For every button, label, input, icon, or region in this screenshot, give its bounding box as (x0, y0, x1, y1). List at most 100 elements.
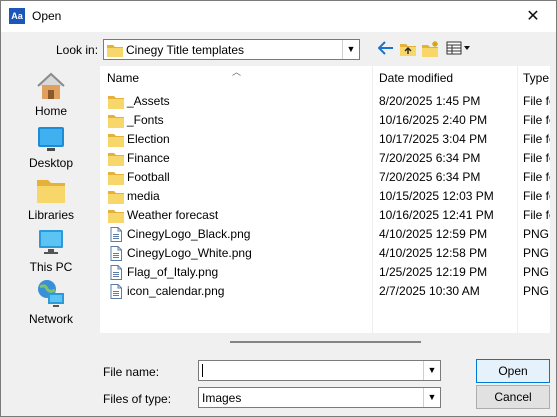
file-row[interactable]: Flag_of_Italy.png 1/25/2025 12:19 PM PNG (100, 263, 550, 282)
file-name: CinegyLogo_White.png (127, 246, 252, 260)
column-header-type[interactable]: Type (523, 66, 549, 91)
file-name: icon_calendar.png (127, 284, 225, 298)
look-in-value: Cinegy Title templates (126, 43, 245, 57)
file-name: media (127, 189, 160, 203)
cancel-button[interactable]: Cancel (476, 385, 550, 409)
file-name-input[interactable]: ▼ (198, 360, 441, 381)
place-label: Home (34, 104, 67, 118)
open-button[interactable]: Open (476, 359, 550, 383)
up-folder-icon[interactable] (399, 41, 417, 59)
file-name-label: File name: (103, 365, 160, 379)
image-file-icon (110, 246, 122, 261)
place-this-pc[interactable]: This PC (13, 224, 89, 274)
folder-icon (107, 45, 123, 57)
places-bar: Home Desktop Libraries This PC Network (13, 66, 89, 333)
app-icon: Aa (9, 8, 25, 24)
this-pc-icon (39, 230, 63, 254)
place-label: Network (28, 312, 73, 326)
folder-row[interactable]: Weather forecast 10/16/2025 12:41 PM File … (100, 206, 550, 225)
file-name: Football (127, 170, 170, 184)
chevron-down-icon[interactable]: ▼ (423, 388, 440, 407)
folder-icon (108, 210, 124, 223)
look-in-dropdown[interactable]: Cinegy Title templates ▼ (103, 39, 360, 60)
file-date-modified: 7/20/2025 6:34 PM (379, 170, 481, 184)
file-date-modified: 10/17/2025 3:04 PM (379, 132, 488, 146)
files-of-type-label: Files of type: (103, 392, 172, 406)
files-of-type-dropdown[interactable]: Images ▼ (198, 387, 441, 408)
folder-icon (108, 134, 124, 147)
libraries-icon (37, 180, 65, 203)
file-date-modified: 2/7/2025 10:30 AM (379, 284, 480, 298)
chevron-down-icon[interactable]: ▼ (342, 40, 359, 59)
file-name: _Assets (127, 94, 170, 108)
back-arrow-icon[interactable] (377, 41, 395, 59)
file-name: Finance (127, 151, 170, 165)
file-list[interactable]: Name ︿ Date modified Type _Assets 8/20/20… (100, 66, 550, 333)
home-icon (37, 72, 65, 99)
file-name: Flag_of_Italy.png (127, 265, 219, 279)
files-of-type-value: Images (202, 391, 242, 405)
file-type: File fo (523, 208, 550, 222)
place-label: Desktop (28, 156, 74, 170)
file-date-modified: 8/20/2025 1:45 PM (379, 94, 481, 108)
file-type: File fo (523, 189, 550, 203)
folder-icon (108, 153, 124, 166)
file-type: File fo (523, 94, 550, 108)
column-header-name[interactable]: Name (107, 66, 139, 91)
folder-icon (108, 172, 124, 185)
new-folder-icon[interactable] (421, 41, 441, 59)
file-type: File fo (523, 170, 550, 184)
folder-row[interactable]: Finance 7/20/2025 6:34 PM File fo (100, 149, 550, 168)
file-type: PNG (523, 227, 550, 241)
view-menu-icon[interactable] (445, 41, 473, 59)
file-row[interactable]: CinegyLogo_Black.png 4/10/2025 12:59 PM PN… (100, 225, 550, 244)
place-label: This PC (29, 260, 73, 274)
folder-icon (108, 96, 124, 109)
image-file-icon (110, 284, 122, 299)
image-file-icon (110, 227, 122, 242)
file-type: PNG (523, 265, 550, 279)
file-row[interactable]: icon_calendar.png 2/7/2025 10:30 AM PNG (100, 282, 550, 301)
file-date-modified: 4/10/2025 12:59 PM (379, 227, 488, 241)
place-home[interactable]: Home (13, 68, 89, 118)
file-date-modified: 7/20/2025 6:34 PM (379, 151, 481, 165)
place-libraries[interactable]: Libraries (13, 172, 89, 222)
sort-caret-icon: ︿ (232, 67, 242, 77)
file-row[interactable]: CinegyLogo_White.png 4/10/2025 12:58 PM PN… (100, 244, 550, 263)
file-name: Election (127, 132, 170, 146)
file-name: CinegyLogo_Black.png (127, 227, 251, 241)
file-type: PNG (523, 284, 550, 298)
title-bar: Aa Open ✕ (1, 1, 556, 32)
folder-row[interactable]: Election 10/17/2025 3:04 PM File fo (100, 130, 550, 149)
network-icon (38, 280, 64, 307)
folder-row[interactable]: Football 7/20/2025 6:34 PM File fo (100, 168, 550, 187)
file-name: _Fonts (127, 113, 164, 127)
open-dialog: Aa Open ✕ Look in: Cinegy Title template… (0, 0, 557, 417)
chevron-down-icon[interactable]: ▼ (423, 361, 440, 380)
file-date-modified: 10/16/2025 12:41 PM (379, 208, 494, 222)
folder-row[interactable]: _Fonts 10/16/2025 2:40 PM File fo (100, 111, 550, 130)
folder-icon (108, 115, 124, 128)
horizontal-scrollbar[interactable] (230, 341, 421, 343)
file-type: PNG (523, 246, 550, 260)
desktop-icon (38, 127, 64, 151)
text-caret (202, 364, 203, 377)
image-file-icon (110, 265, 122, 280)
place-label: Libraries (27, 208, 75, 222)
file-date-modified: 10/16/2025 2:40 PM (379, 113, 488, 127)
folder-row[interactable]: media 10/15/2025 12:03 PM File fo (100, 187, 550, 206)
folder-icon (108, 191, 124, 204)
file-date-modified: 1/25/2025 12:19 PM (379, 265, 488, 279)
file-type: File fo (523, 151, 550, 165)
place-network[interactable]: Network (13, 276, 89, 326)
file-name: Weather forecast (127, 208, 219, 222)
dialog-title: Open (32, 9, 62, 23)
folder-row[interactable]: _Assets 8/20/2025 1:45 PM File fo (100, 92, 550, 111)
file-date-modified: 4/10/2025 12:58 PM (379, 246, 488, 260)
file-type: File fo (523, 113, 550, 127)
close-button[interactable]: ✕ (510, 1, 556, 32)
column-header-date[interactable]: Date modified (379, 66, 453, 91)
look-in-label: Look in: (56, 43, 99, 57)
file-type: File fo (523, 132, 550, 146)
place-desktop[interactable]: Desktop (13, 120, 89, 170)
